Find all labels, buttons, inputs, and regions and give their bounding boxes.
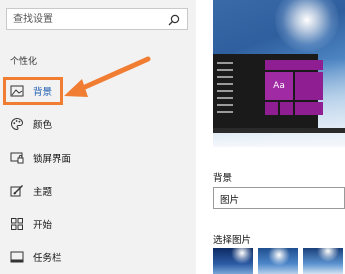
sidebar-item-theme[interactable]: 主题 [0,177,196,205]
preview-start-menu: Aa [213,54,323,128]
preview-menu-list [217,62,237,118]
preview-tile [265,102,278,115]
start-icon [9,216,25,232]
section-title: 个性化 [10,57,38,67]
preview-tile [280,102,293,115]
preview-taskbar [213,128,345,133]
sidebar-item-label: 主题 [33,187,53,198]
thumbnail-glow [317,248,339,262]
sidebar-item-start[interactable]: 开始 [0,210,196,238]
preview-sun-glow [275,0,339,52]
picture-thumbnail[interactable] [213,248,253,274]
search-input[interactable] [13,9,163,29]
thumbnail-glow [231,248,253,264]
choose-picture-label: 选择图片 [213,235,252,246]
sidebar-item-label: 颜色 [33,120,53,131]
sidebar-item-label: 锁屏界面 [33,154,72,165]
taskbar-icon [9,249,25,265]
settings-nav-pane: 个性化 背景 颜色 [0,0,196,274]
annotation-arrow [64,56,151,97]
sidebar-item-label: 任务栏 [33,253,62,264]
picture-thumbnail[interactable] [303,248,343,274]
lock-screen-icon [9,150,25,166]
search-icon[interactable] [167,12,181,26]
preview-tile [295,102,323,115]
picture-thumbnail[interactable] [258,248,298,274]
search-box[interactable] [6,8,188,30]
background-preview: Aa [213,0,345,147]
preview-tile [265,60,323,70]
sidebar-item-label: 开始 [33,220,53,231]
theme-icon [9,183,25,199]
thumbnail-glow [268,248,290,266]
background-label: 背景 [213,173,233,184]
sidebar-item-lock-screen[interactable]: 锁屏界面 [0,144,196,172]
palette-icon [9,116,25,132]
annotation-highlight-box [3,77,63,105]
sidebar-item-colors[interactable]: 颜色 [0,110,196,138]
preview-tile-aa: Aa [265,72,293,100]
sidebar-item-taskbar[interactable]: 任务栏 [0,243,196,271]
background-type-value: 图片 [220,195,240,206]
preview-tile [295,72,323,100]
background-type-select[interactable]: 图片 [213,187,345,209]
